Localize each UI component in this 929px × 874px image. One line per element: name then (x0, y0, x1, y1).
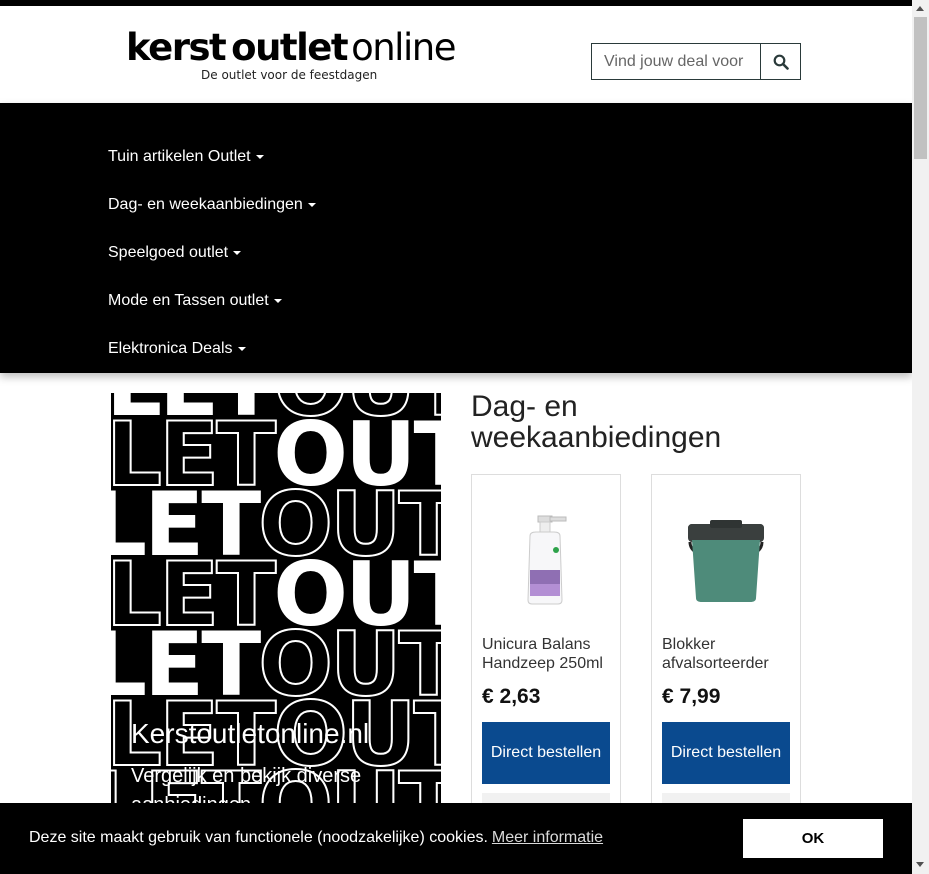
nav-item-dag-weekaanbiedingen[interactable]: Dag- en weekaanbiedingen (108, 196, 316, 214)
soap-bottle-icon (527, 515, 567, 605)
logo-wordmark: kerst outlet online (126, 28, 466, 68)
search-form (591, 43, 801, 80)
caret-down-icon (255, 155, 264, 159)
nav-item-label: Mode en Tassen outlet (108, 292, 269, 309)
cookie-message: Deze site maakt gebruik van functionele … (29, 829, 488, 846)
product-image[interactable] (472, 495, 620, 625)
scrollbar-thumb[interactable] (914, 17, 927, 159)
logo-part-outlet: outlet (231, 26, 348, 69)
product-image[interactable] (652, 495, 800, 625)
order-button[interactable]: Direct bestellen (482, 722, 610, 784)
caret-down-icon (233, 251, 242, 255)
caret-down-icon (307, 203, 316, 207)
main-nav: Tuin artikelen Outlet Dag- en weekaanbie… (0, 103, 912, 373)
hero-banner[interactable]: LETOUT LETOUT LETOUT LETOUT LETOUT LETOU… (111, 393, 441, 813)
search-button[interactable] (760, 44, 800, 79)
product-name[interactable]: Blokker afvalsorteerder (662, 635, 792, 673)
product-card[interactable]: Unicura Balans Handzeep 250ml € 2,63 Dir… (471, 474, 621, 814)
nav-item-label: Dag- en weekaanbiedingen (108, 196, 303, 213)
nav-item-tuin-artikelen[interactable]: Tuin artikelen Outlet (108, 148, 264, 166)
product-name[interactable]: Unicura Balans Handzeep 250ml (482, 635, 612, 673)
caret-down-icon (273, 299, 282, 303)
nav-item-speelgoed[interactable]: Speelgoed outlet (108, 244, 242, 262)
waste-bin-icon (688, 520, 764, 602)
cookie-text: Deze site maakt gebruik van functionele … (29, 829, 603, 847)
scroll-up-icon[interactable] (916, 6, 924, 11)
nav-item-label: Tuin artikelen Outlet (108, 148, 251, 165)
section-title: Dag- en weekaanbiedingen (471, 390, 722, 454)
logo-tagline: De outlet voor de feestdagen (201, 68, 378, 82)
site-logo[interactable]: kerst outlet online De outlet voor de fees… (126, 28, 466, 88)
more-info-link[interactable]: Meer informatie (492, 829, 603, 846)
caret-down-icon (237, 347, 246, 351)
nav-item-mode-tassen[interactable]: Mode en Tassen outlet (108, 292, 282, 310)
order-button[interactable]: Direct bestellen (662, 722, 790, 784)
logo-part-kerst: kerst (126, 26, 227, 69)
nav-item-elektronica[interactable]: Elektronica Deals (108, 340, 246, 358)
product-price: € 2,63 (482, 685, 541, 708)
scroll-down-icon[interactable] (916, 862, 924, 867)
nav-item-label: Elektronica Deals (108, 340, 233, 357)
site-header: kerst outlet online De outlet voor de fees… (0, 6, 912, 103)
product-card[interactable]: Blokker afvalsorteerder € 7,99 Direct be… (651, 474, 801, 814)
search-input[interactable] (592, 44, 760, 79)
search-icon (773, 54, 789, 70)
hero-title: Kerstoutletonline.nl (131, 718, 370, 749)
cookie-banner: Deze site maakt gebruik van functionele … (0, 803, 912, 874)
cookie-ok-button[interactable]: OK (743, 819, 883, 858)
nav-item-label: Speelgoed outlet (108, 244, 229, 261)
logo-part-online: online (351, 26, 456, 69)
scrollbar[interactable] (912, 0, 929, 874)
product-price: € 7,99 (662, 685, 721, 708)
